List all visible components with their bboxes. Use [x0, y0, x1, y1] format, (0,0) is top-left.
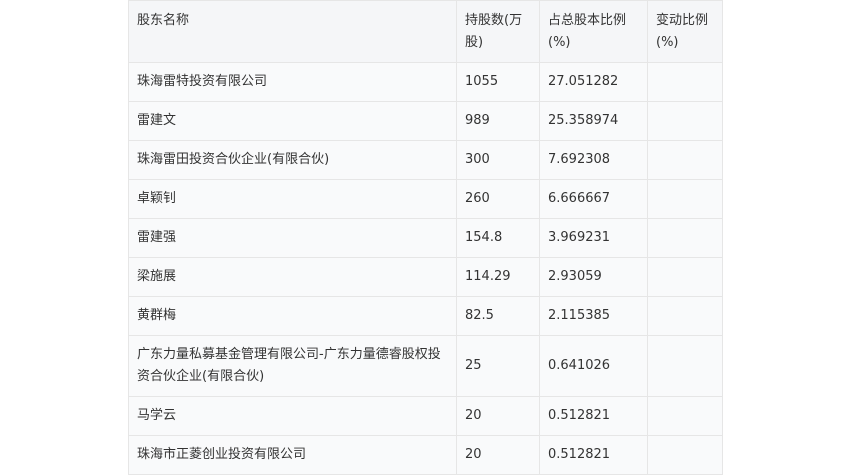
cell-shareholder-name: 广东力量私募基金管理有限公司-广东力量德睿股权投资合伙企业(有限合伙) [128, 335, 457, 397]
cell-shareholder-name: 珠海雷特投资有限公司 [128, 62, 457, 102]
header-ratio: 占总股本比例(%) [539, 0, 648, 63]
cell-change [647, 179, 723, 219]
cell-shares: 260 [456, 179, 540, 219]
header-change: 变动比例(%) [647, 0, 723, 63]
cell-shares: 300 [456, 140, 540, 180]
table-row: 雷建文 989 25.358974 [128, 101, 723, 141]
table-body: 珠海雷特投资有限公司 1055 27.051282 雷建文 989 25.358… [128, 62, 723, 475]
cell-change [647, 396, 723, 436]
table-row: 珠海雷特投资有限公司 1055 27.051282 [128, 62, 723, 102]
table-row: 马学云 20 0.512821 [128, 396, 723, 436]
cell-change [647, 335, 723, 397]
cell-shareholder-name: 雷建文 [128, 101, 457, 141]
cell-change [647, 62, 723, 102]
cell-change [647, 296, 723, 336]
cell-ratio: 27.051282 [539, 62, 648, 102]
cell-ratio: 0.512821 [539, 435, 648, 475]
cell-ratio: 2.93059 [539, 257, 648, 297]
cell-change [647, 140, 723, 180]
cell-shares: 20 [456, 396, 540, 436]
cell-shareholder-name: 黄群梅 [128, 296, 457, 336]
table-row: 珠海市正菱创业投资有限公司 20 0.512821 [128, 435, 723, 475]
cell-shareholder-name: 卓颖钊 [128, 179, 457, 219]
cell-shares: 82.5 [456, 296, 540, 336]
cell-shareholder-name: 珠海市正菱创业投资有限公司 [128, 435, 457, 475]
table-row: 卓颖钊 260 6.666667 [128, 179, 723, 219]
cell-ratio: 2.115385 [539, 296, 648, 336]
cell-ratio: 7.692308 [539, 140, 648, 180]
shareholder-table-container: 股东名称 持股数(万股) 占总股本比例(%) 变动比例(%) 珠海雷特投资有限公… [128, 0, 723, 475]
cell-shares: 154.8 [456, 218, 540, 258]
table-header: 股东名称 持股数(万股) 占总股本比例(%) 变动比例(%) [128, 0, 723, 63]
cell-change [647, 101, 723, 141]
cell-change [647, 435, 723, 475]
cell-shares: 1055 [456, 62, 540, 102]
cell-ratio: 3.969231 [539, 218, 648, 258]
cell-shareholder-name: 雷建强 [128, 218, 457, 258]
cell-ratio: 25.358974 [539, 101, 648, 141]
cell-ratio: 0.512821 [539, 396, 648, 436]
cell-shares: 989 [456, 101, 540, 141]
header-shares: 持股数(万股) [456, 0, 540, 63]
cell-change [647, 257, 723, 297]
table-row: 雷建强 154.8 3.969231 [128, 218, 723, 258]
cell-shares: 25 [456, 335, 540, 397]
table-row: 珠海雷田投资合伙企业(有限合伙) 300 7.692308 [128, 140, 723, 180]
header-shareholder-name: 股东名称 [128, 0, 457, 63]
shareholder-table: 股东名称 持股数(万股) 占总股本比例(%) 变动比例(%) 珠海雷特投资有限公… [128, 0, 723, 475]
cell-shares: 114.29 [456, 257, 540, 297]
header-row: 股东名称 持股数(万股) 占总股本比例(%) 变动比例(%) [128, 0, 723, 63]
cell-shares: 20 [456, 435, 540, 475]
cell-shareholder-name: 珠海雷田投资合伙企业(有限合伙) [128, 140, 457, 180]
cell-shareholder-name: 梁施展 [128, 257, 457, 297]
table-row: 黄群梅 82.5 2.115385 [128, 296, 723, 336]
cell-shareholder-name: 马学云 [128, 396, 457, 436]
table-row: 广东力量私募基金管理有限公司-广东力量德睿股权投资合伙企业(有限合伙) 25 0… [128, 335, 723, 397]
cell-ratio: 6.666667 [539, 179, 648, 219]
table-row: 梁施展 114.29 2.93059 [128, 257, 723, 297]
cell-change [647, 218, 723, 258]
cell-ratio: 0.641026 [539, 335, 648, 397]
